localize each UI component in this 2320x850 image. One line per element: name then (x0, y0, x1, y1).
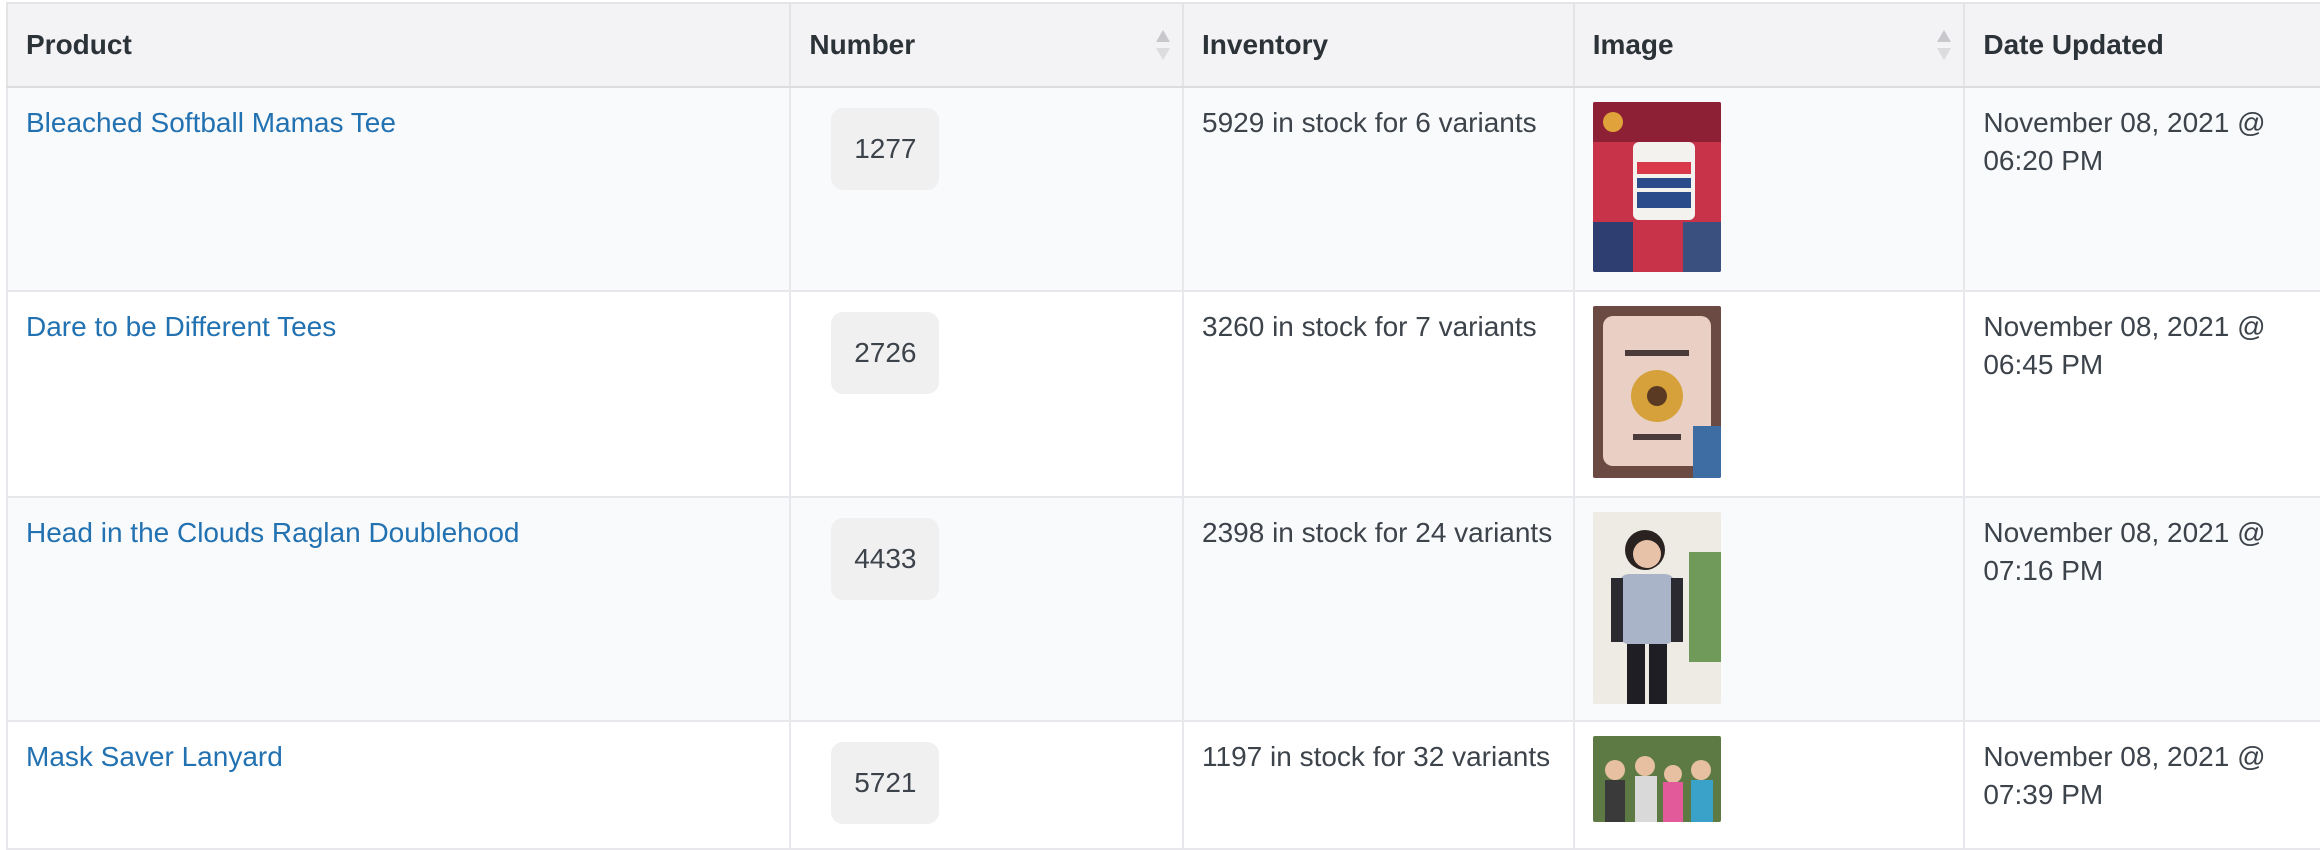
number-cell: 4433 (789, 496, 1185, 722)
date-cell: November 08, 2021 @ 07:39 PM (1963, 720, 2320, 850)
product-thumbnail[interactable] (1592, 306, 1721, 478)
column-header-label: Inventory (1202, 29, 1329, 60)
sort-icon[interactable] (1937, 30, 1952, 60)
image-cell (1572, 86, 1966, 292)
date-cell: November 08, 2021 @ 07:16 PM (1963, 496, 2320, 722)
inventory-cell: 3260 in stock for 7 variants (1182, 290, 1575, 498)
column-header-label: Product (26, 29, 132, 60)
image-cell (1572, 720, 1966, 850)
number-cell: 5721 (789, 720, 1185, 850)
inventory-cell: 1197 in stock for 32 variants (1182, 720, 1575, 850)
column-header-label: Date Updated (1983, 29, 2164, 60)
number-cell: 2726 (789, 290, 1185, 498)
column-header-product[interactable]: Product (5, 2, 792, 88)
inventory-cell: 2398 in stock for 24 variants (1182, 496, 1575, 722)
table-row: Head in the Clouds Raglan Doublehood 443… (5, 496, 2320, 722)
product-cell: Dare to be Different Tees (5, 290, 792, 498)
column-header-inventory[interactable]: Inventory (1182, 2, 1575, 88)
product-cell: Head in the Clouds Raglan Doublehood (5, 496, 792, 722)
date-cell: November 08, 2021 @ 06:20 PM (1963, 86, 2320, 292)
number-cell: 1277 (789, 86, 1185, 292)
product-cell: Bleached Softball Mamas Tee (5, 86, 792, 292)
column-header-label: Image (1592, 29, 1674, 60)
product-thumbnail[interactable] (1592, 512, 1721, 704)
number-badge: 5721 (831, 742, 940, 824)
products-table: Product Number Inventory Image Date Upda… (5, 2, 2320, 850)
table-row: Dare to be Different Tees 2726 3260 in s… (5, 290, 2320, 498)
table-row: Bleached Softball Mamas Tee 1277 5929 in… (5, 86, 2320, 292)
product-link[interactable]: Dare to be Different Tees (26, 311, 336, 342)
number-badge: 1277 (831, 108, 940, 190)
column-header-label: Number (809, 29, 916, 60)
product-link[interactable]: Bleached Softball Mamas Tee (26, 107, 396, 138)
column-header-number[interactable]: Number (789, 2, 1185, 88)
product-thumbnail[interactable] (1592, 736, 1721, 822)
product-thumbnail[interactable] (1592, 102, 1721, 272)
number-badge: 2726 (831, 312, 940, 394)
sort-icon[interactable] (1156, 30, 1171, 60)
table-row: Mask Saver Lanyard 5721 1197 in stock fo… (5, 720, 2320, 850)
column-header-image[interactable]: Image (1572, 2, 1966, 88)
column-header-date-updated[interactable]: Date Updated (1963, 2, 2320, 88)
image-cell (1572, 290, 1966, 498)
product-link[interactable]: Head in the Clouds Raglan Doublehood (26, 517, 519, 548)
date-cell: November 08, 2021 @ 06:45 PM (1963, 290, 2320, 498)
number-badge: 4433 (831, 518, 940, 600)
inventory-cell: 5929 in stock for 6 variants (1182, 86, 1575, 292)
product-cell: Mask Saver Lanyard (5, 720, 792, 850)
image-cell (1572, 496, 1966, 722)
table-header-row: Product Number Inventory Image Date Upda… (5, 2, 2320, 88)
product-link[interactable]: Mask Saver Lanyard (26, 741, 283, 772)
